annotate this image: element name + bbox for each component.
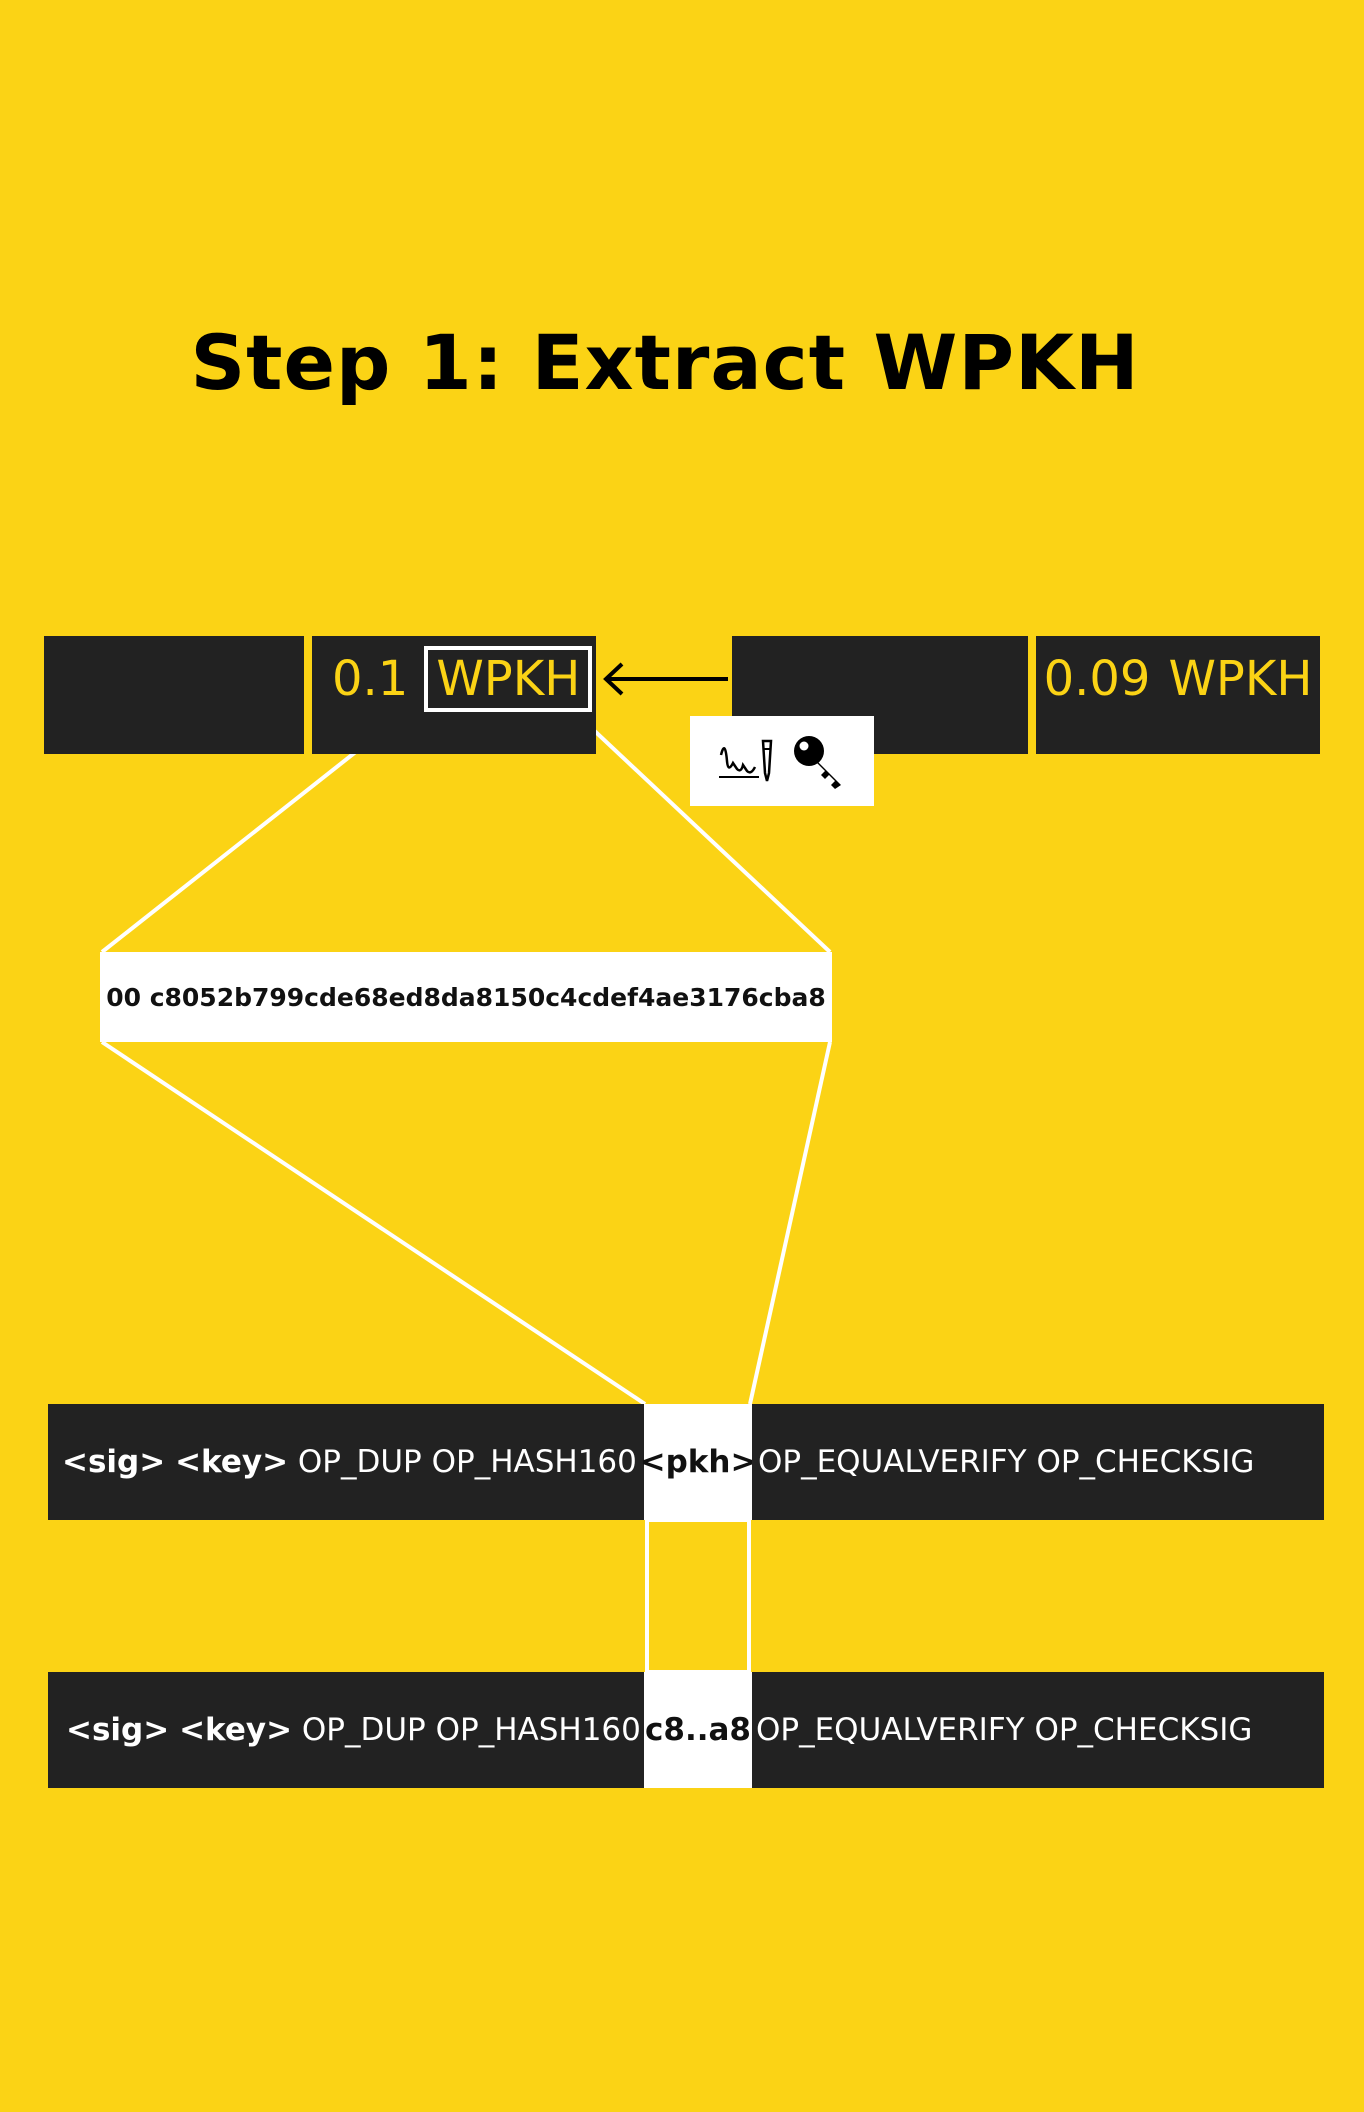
key-icon <box>794 736 841 789</box>
filled-ops-after: OP_EQUALVERIFY OP_CHECKSIG <box>756 1712 1253 1748</box>
tx-output-block: 0.09 WPKH <box>1036 636 1320 754</box>
input-amount: 0.1 <box>332 651 409 707</box>
tx-prev-block <box>44 636 304 754</box>
script-sig: <sig> <box>62 1444 166 1480</box>
filled-ops-before: OP_DUP OP_HASH160 <box>301 1712 641 1748</box>
script-ops-before: OP_DUP OP_HASH160 <box>297 1444 637 1480</box>
input-type-highlight: WPKH <box>424 646 593 712</box>
pkh-link-box <box>645 1518 751 1674</box>
script-filled-left: <sig> <key> OP_DUP OP_HASH160 <box>48 1672 644 1788</box>
signature-pen-icon <box>719 739 773 782</box>
output-type: WPKH <box>1168 651 1313 707</box>
filled-pkh-value: c8..a8 <box>644 1672 752 1788</box>
script-pkh-placeholder: <pkh> <box>640 1404 756 1520</box>
filled-key: <key> <box>179 1712 293 1748</box>
script-template-right: OP_EQUALVERIFY OP_CHECKSIG <box>752 1404 1324 1520</box>
script-ops-after: OP_EQUALVERIFY OP_CHECKSIG <box>758 1444 1255 1480</box>
arrow-left-icon <box>603 662 728 696</box>
zoom-line-right-bottom <box>748 1041 832 1405</box>
page-title: Step 1: Extract WPKH <box>190 318 1140 407</box>
signature-key-box <box>690 716 874 806</box>
output-amount: 0.09 <box>1043 651 1151 707</box>
filled-sig: <sig> <box>66 1712 170 1748</box>
tx-input-block: 0.1 WPKH <box>312 636 596 754</box>
hex-value: 00 c8052b799cde68ed8da8150c4cdef4ae3176c… <box>100 952 832 1042</box>
script-template-left: <sig> <key> OP_DUP OP_HASH160 <box>48 1404 644 1520</box>
zoom-line-left-bottom <box>100 1040 647 1406</box>
connector-lines <box>100 662 832 1674</box>
script-filled-right: OP_EQUALVERIFY OP_CHECKSIG <box>752 1672 1324 1788</box>
script-key: <key> <box>175 1444 289 1480</box>
